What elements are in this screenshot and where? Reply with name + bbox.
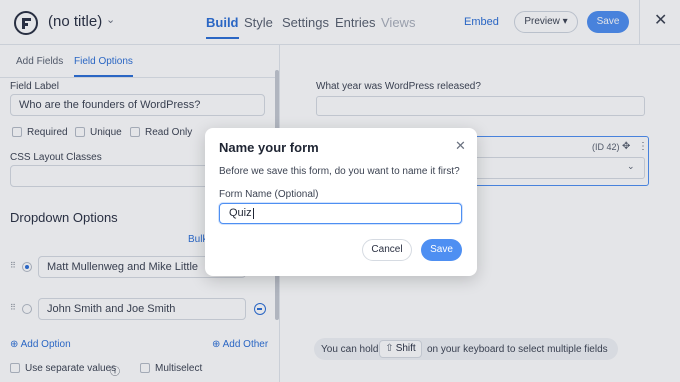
dialog-title: Name your form [219,140,319,155]
dialog-description: Before we save this form, do you want to… [219,166,460,177]
form-name-input[interactable]: Quiz [219,203,462,224]
name-form-dialog: Name your form ✕ Before we save this for… [205,128,477,276]
form-name-value: Quiz [229,207,252,219]
form-name-label: Form Name (Optional) [219,189,319,200]
dialog-save-button[interactable]: Save [421,239,462,261]
close-icon[interactable]: ✕ [455,139,466,152]
cancel-button[interactable]: Cancel [362,239,412,261]
text-caret [252,207,254,219]
